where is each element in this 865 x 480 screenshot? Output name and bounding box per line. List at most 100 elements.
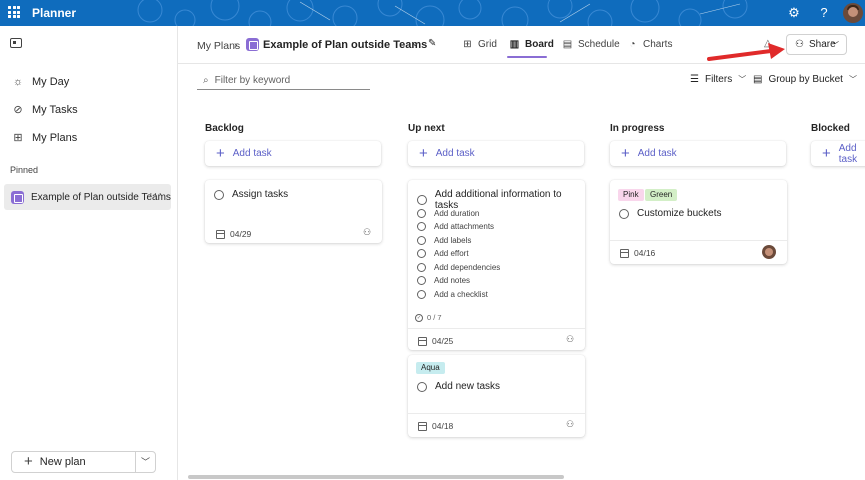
filters-button[interactable]: ☰ Filters ﹀ bbox=[690, 74, 746, 85]
card-divider bbox=[408, 328, 585, 329]
plus-icon: + bbox=[621, 144, 630, 162]
add-task-button[interactable]: + Add task bbox=[811, 141, 865, 166]
due-date: 04/16 bbox=[620, 248, 655, 258]
new-plan-button[interactable]: + New plan bbox=[11, 451, 136, 473]
task-card-additional-info[interactable]: Add additional information to tasks Add … bbox=[408, 180, 585, 350]
share-button[interactable]: ⚇ Share ﹀ bbox=[786, 34, 847, 55]
assign-person-icon[interactable]: ⚇ bbox=[566, 419, 574, 430]
tab-charts[interactable]: ◔ Charts bbox=[627, 33, 672, 55]
plan-title[interactable]: Example of Plan outside Teams bbox=[263, 39, 427, 51]
checklist-item[interactable]: Add dependencies bbox=[417, 263, 500, 272]
checklist-checkbox[interactable] bbox=[417, 263, 426, 272]
app-header: Planner ⚙ ? bbox=[0, 0, 865, 26]
complete-task-checkbox[interactable] bbox=[619, 208, 629, 219]
sidebar-item-my-tasks[interactable]: ⊘ My Tasks bbox=[0, 96, 178, 124]
sidebar-item-label: My Tasks bbox=[32, 104, 78, 116]
task-card-customize-buckets[interactable]: Pink Green Customize buckets 04/16 bbox=[610, 180, 787, 264]
calendar-icon bbox=[418, 336, 427, 346]
checklist-checkbox[interactable] bbox=[417, 290, 426, 299]
calendar-icon bbox=[620, 248, 629, 258]
checklist-checkbox[interactable] bbox=[417, 276, 426, 285]
checklist-checkbox[interactable] bbox=[417, 222, 426, 231]
tab-grid[interactable]: ⊞ Grid bbox=[462, 33, 497, 55]
horizontal-scrollbar[interactable] bbox=[188, 475, 564, 479]
tab-board[interactable]: ▥ Board bbox=[509, 33, 554, 55]
sidebar-item-label: My Plans bbox=[32, 132, 78, 144]
task-title-row: Add new tasks bbox=[417, 381, 500, 392]
checklist-item[interactable]: Add effort bbox=[417, 249, 469, 258]
card-divider bbox=[610, 240, 787, 241]
calendar-icon bbox=[216, 229, 225, 239]
plan-icon bbox=[11, 190, 24, 204]
share-people-icon: ⚇ bbox=[795, 39, 804, 50]
task-title-row: Assign tasks bbox=[214, 189, 288, 200]
filters-label: Filters bbox=[704, 74, 733, 85]
add-task-label: Add task bbox=[232, 148, 272, 159]
checkmark-circle-icon: ✓ bbox=[415, 313, 423, 322]
annotation-arrow bbox=[707, 43, 785, 61]
group-icon: ▤ bbox=[753, 74, 763, 85]
charts-icon: ◔ bbox=[629, 38, 636, 50]
plan-icon bbox=[246, 38, 259, 51]
assignee-avatar[interactable] bbox=[762, 245, 776, 259]
task-card-add-new-tasks[interactable]: Aqua Add new tasks 04/18 ⚇ bbox=[408, 355, 585, 437]
complete-task-checkbox[interactable] bbox=[417, 381, 427, 392]
task-card-assign-tasks[interactable]: Assign tasks 04/29 ⚇ bbox=[205, 180, 382, 243]
add-task-button[interactable]: + Add task bbox=[610, 141, 786, 166]
bucket-title-backlog[interactable]: Backlog bbox=[205, 123, 244, 134]
sun-icon: ☼ bbox=[12, 76, 24, 88]
chevron-down-icon[interactable]: ﹀ bbox=[135, 451, 156, 473]
due-date-text: 04/18 bbox=[432, 421, 454, 431]
search-icon: ⌕ bbox=[203, 75, 209, 86]
pin-icon[interactable]: ✎ bbox=[428, 38, 436, 49]
assign-person-icon[interactable]: ⚇ bbox=[363, 227, 371, 238]
bucket-title-in-progress[interactable]: In progress bbox=[610, 123, 664, 134]
checklist-item-label: Add dependencies bbox=[434, 263, 501, 272]
checklist-item[interactable]: Add duration bbox=[417, 209, 479, 218]
checklist-item-label: Add notes bbox=[434, 276, 471, 285]
chevron-down-icon[interactable]: ⌄ bbox=[411, 38, 419, 49]
filter-icon: ☰ bbox=[690, 74, 699, 85]
sidebar-item-label: My Day bbox=[32, 76, 70, 88]
due-date-text: 04/29 bbox=[230, 229, 252, 239]
checklist-checkbox[interactable] bbox=[417, 209, 426, 218]
plus-icon: + bbox=[822, 144, 831, 162]
pinned-section-label: Pinned bbox=[10, 165, 39, 175]
sidebar-item-my-plans[interactable]: ⊞ My Plans bbox=[0, 124, 178, 152]
complete-task-checkbox[interactable] bbox=[417, 195, 427, 205]
assign-person-icon[interactable]: ⚇ bbox=[566, 334, 574, 345]
checklist-item[interactable]: Add attachments bbox=[417, 222, 494, 231]
tab-schedule[interactable]: ▤ Schedule bbox=[562, 33, 620, 55]
checklist-checkbox[interactable] bbox=[417, 249, 426, 258]
group-label: Group by Bucket bbox=[768, 74, 843, 85]
tab-label: Schedule bbox=[578, 38, 620, 50]
group-by-button[interactable]: ▤ Group by Bucket ﹀ bbox=[753, 74, 857, 85]
help-icon[interactable]: ? bbox=[815, 4, 833, 22]
task-title-row: Add additional information to tasks bbox=[417, 189, 585, 211]
app-launcher-icon[interactable] bbox=[8, 6, 20, 18]
active-tab-indicator bbox=[507, 56, 547, 58]
card-divider bbox=[408, 413, 585, 414]
sidebar-toggle-icon[interactable] bbox=[10, 38, 22, 48]
add-task-label: Add task bbox=[435, 148, 475, 159]
board-icon: ▥ bbox=[509, 38, 520, 50]
bucket-title-blocked[interactable]: Blocked bbox=[811, 123, 850, 134]
add-task-button[interactable]: + Add task bbox=[205, 141, 381, 166]
complete-task-checkbox[interactable] bbox=[214, 189, 224, 200]
add-task-button[interactable]: + Add task bbox=[408, 141, 584, 166]
more-options-icon[interactable]: ··· bbox=[149, 188, 163, 200]
app-title: Planner bbox=[32, 6, 77, 20]
checklist-item[interactable]: Add notes bbox=[417, 276, 470, 285]
checklist-checkbox[interactable] bbox=[417, 236, 426, 245]
task-title: Customize buckets bbox=[637, 208, 722, 219]
bucket-title-up-next[interactable]: Up next bbox=[408, 123, 445, 134]
user-avatar[interactable] bbox=[843, 3, 863, 23]
checklist-item[interactable]: Add a checklist bbox=[417, 290, 488, 299]
grid-icon: ⊞ bbox=[463, 38, 472, 50]
filter-keyword-input[interactable]: ⌕ Filter by keyword bbox=[197, 72, 370, 90]
sidebar-item-my-day[interactable]: ☼ My Day bbox=[0, 68, 178, 96]
settings-icon[interactable]: ⚙ bbox=[785, 4, 803, 22]
sidebar-item-pinned-plan[interactable]: Example of Plan outside Teams ··· bbox=[4, 184, 171, 210]
plus-icon: + bbox=[419, 144, 428, 162]
checklist-item[interactable]: Add labels bbox=[417, 236, 471, 245]
